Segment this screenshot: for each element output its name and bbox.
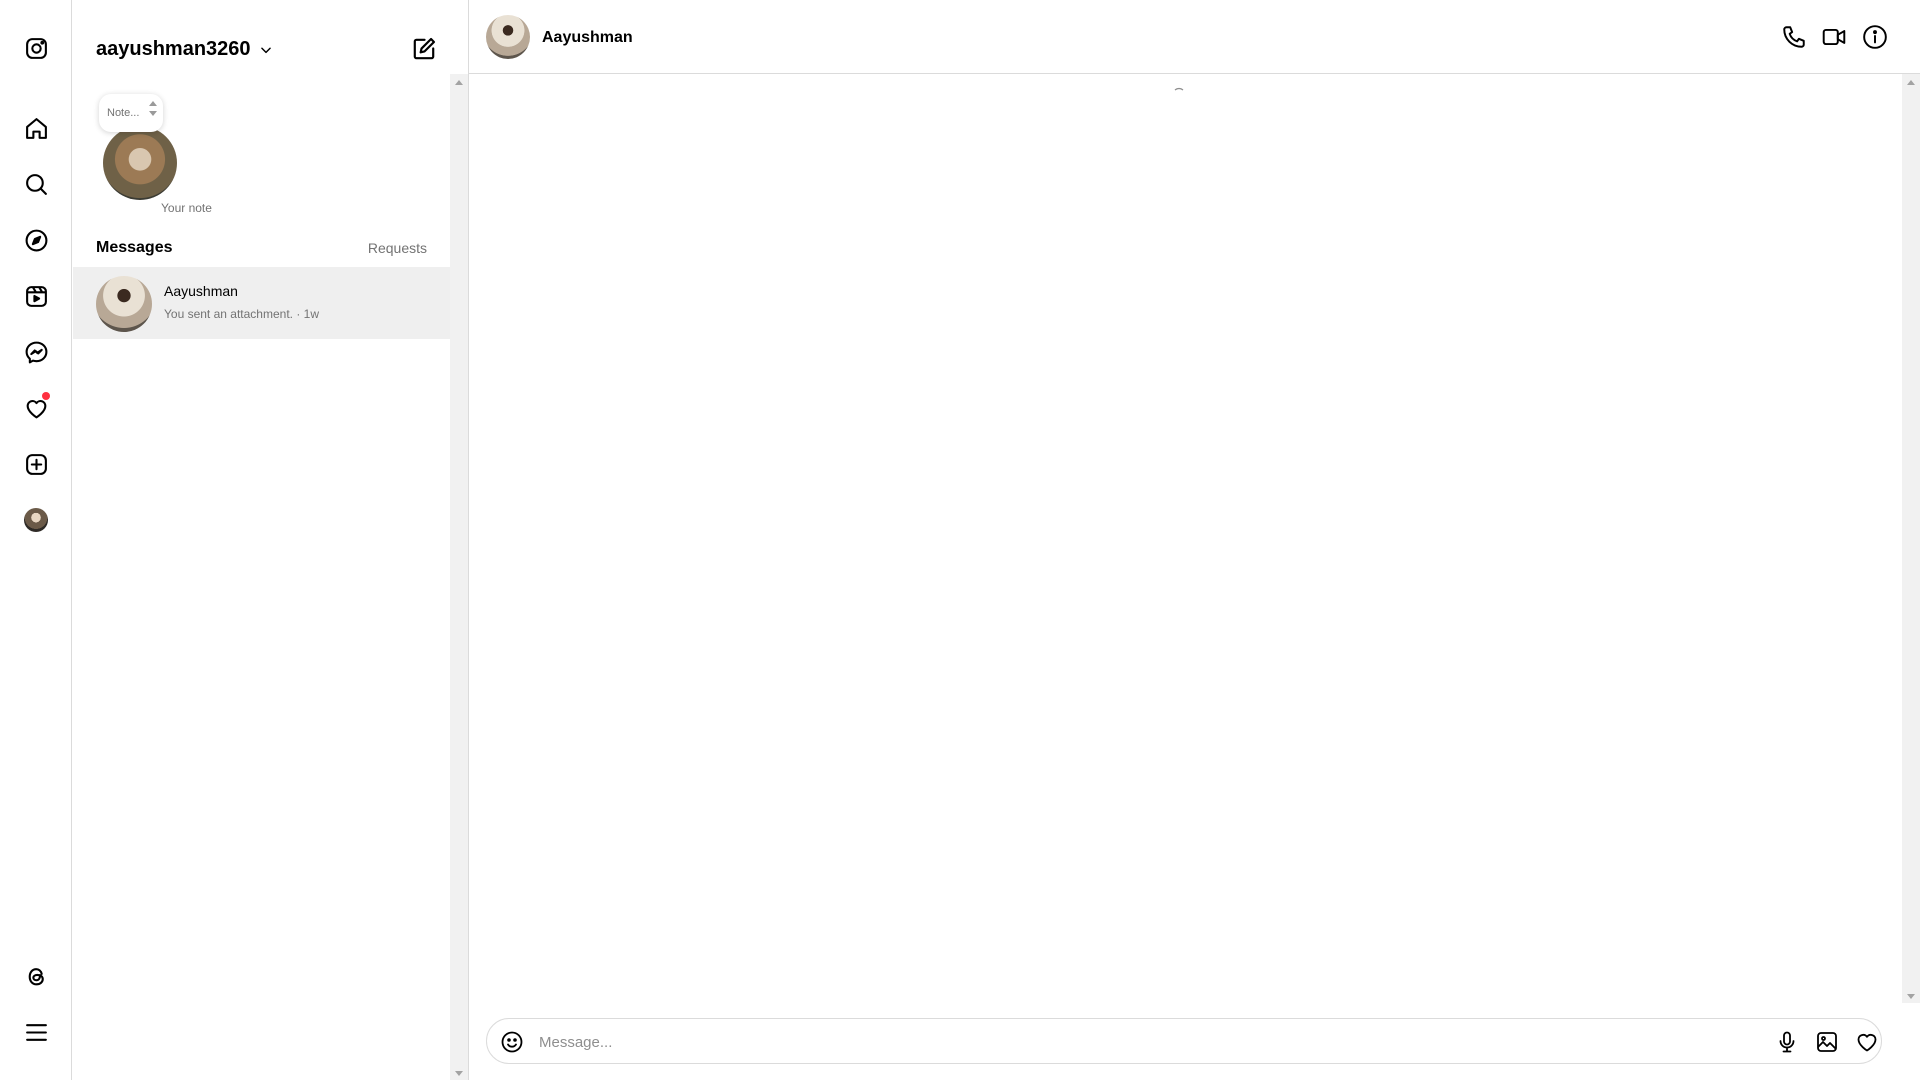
scroll-down-arrow[interactable]	[455, 1071, 463, 1076]
list-scrollbar[interactable]	[450, 74, 468, 1080]
account-username: aayushman3260	[96, 38, 251, 60]
chat-scrollbar[interactable]	[1902, 74, 1920, 1003]
voice-message-button[interactable]	[1775, 1030, 1799, 1054]
scroll-up-arrow[interactable]	[1907, 80, 1915, 85]
chat-pane: Aayushman	[469, 0, 1920, 1080]
nav-rail	[0, 0, 72, 1080]
menu-icon[interactable]	[20, 1016, 52, 1048]
reels-icon[interactable]	[20, 280, 52, 312]
thread-name: Aayushman	[164, 283, 238, 299]
notifications-heart-icon[interactable]	[20, 392, 52, 424]
loading-spinner	[1174, 87, 1184, 91]
note-spinner[interactable]	[149, 101, 157, 116]
scroll-up-arrow[interactable]	[455, 80, 463, 85]
thread-avatar	[96, 276, 152, 332]
message-input[interactable]	[537, 1027, 1721, 1057]
profile-avatar[interactable]	[20, 504, 52, 536]
thread-row[interactable]: Aayushman You sent an attachment. · 1w	[73, 267, 451, 339]
heart-icon	[1857, 1034, 1877, 1052]
thread-preview: You sent an attachment. · 1w	[164, 307, 319, 321]
conversation-info-button[interactable]	[1862, 24, 1890, 52]
emoji-button[interactable]	[500, 1030, 524, 1054]
note-bubble-text: Note...	[107, 107, 140, 119]
home-icon[interactable]	[20, 112, 52, 144]
audio-call-button[interactable]	[1781, 24, 1809, 52]
your-note[interactable]: Note...	[99, 94, 219, 214]
add-photo-button[interactable]	[1815, 1030, 1839, 1054]
threads-icon[interactable]	[20, 960, 52, 992]
messenger-icon[interactable]	[20, 336, 52, 368]
messages-header: Messages Requests	[96, 239, 427, 257]
scroll-down-arrow[interactable]	[1907, 994, 1915, 999]
phone-icon	[1783, 26, 1805, 48]
requests-link[interactable]: Requests	[368, 240, 427, 256]
chevron-down-icon	[260, 47, 271, 53]
search-icon[interactable]	[20, 168, 52, 200]
chat-header: Aayushman	[469, 0, 1920, 74]
account-switcher[interactable]: aayushman3260	[96, 38, 273, 61]
compose-icon	[413, 37, 436, 60]
notification-dot	[42, 392, 50, 400]
image-icon	[1817, 1032, 1837, 1052]
conversation-list-pane: aayushman3260 Note... Your note Messages…	[73, 0, 469, 1080]
note-bubble[interactable]: Note...	[99, 94, 163, 132]
note-label: Your note	[161, 201, 212, 215]
contact-avatar[interactable]	[486, 15, 530, 59]
video-camera-icon	[1822, 28, 1846, 46]
messages-title: Messages	[96, 239, 173, 256]
video-call-button[interactable]	[1821, 24, 1849, 52]
new-message-button[interactable]	[411, 36, 437, 62]
emoji-icon	[501, 1031, 523, 1053]
like-button[interactable]	[1855, 1030, 1879, 1054]
message-composer	[486, 1018, 1882, 1064]
microphone-icon	[1779, 1031, 1795, 1053]
instagram-logo-icon[interactable]	[20, 32, 52, 64]
contact-name[interactable]: Aayushman	[542, 29, 633, 47]
info-icon	[1863, 25, 1887, 49]
create-icon[interactable]	[20, 448, 52, 480]
note-avatar[interactable]	[103, 126, 177, 200]
explore-icon[interactable]	[20, 224, 52, 256]
